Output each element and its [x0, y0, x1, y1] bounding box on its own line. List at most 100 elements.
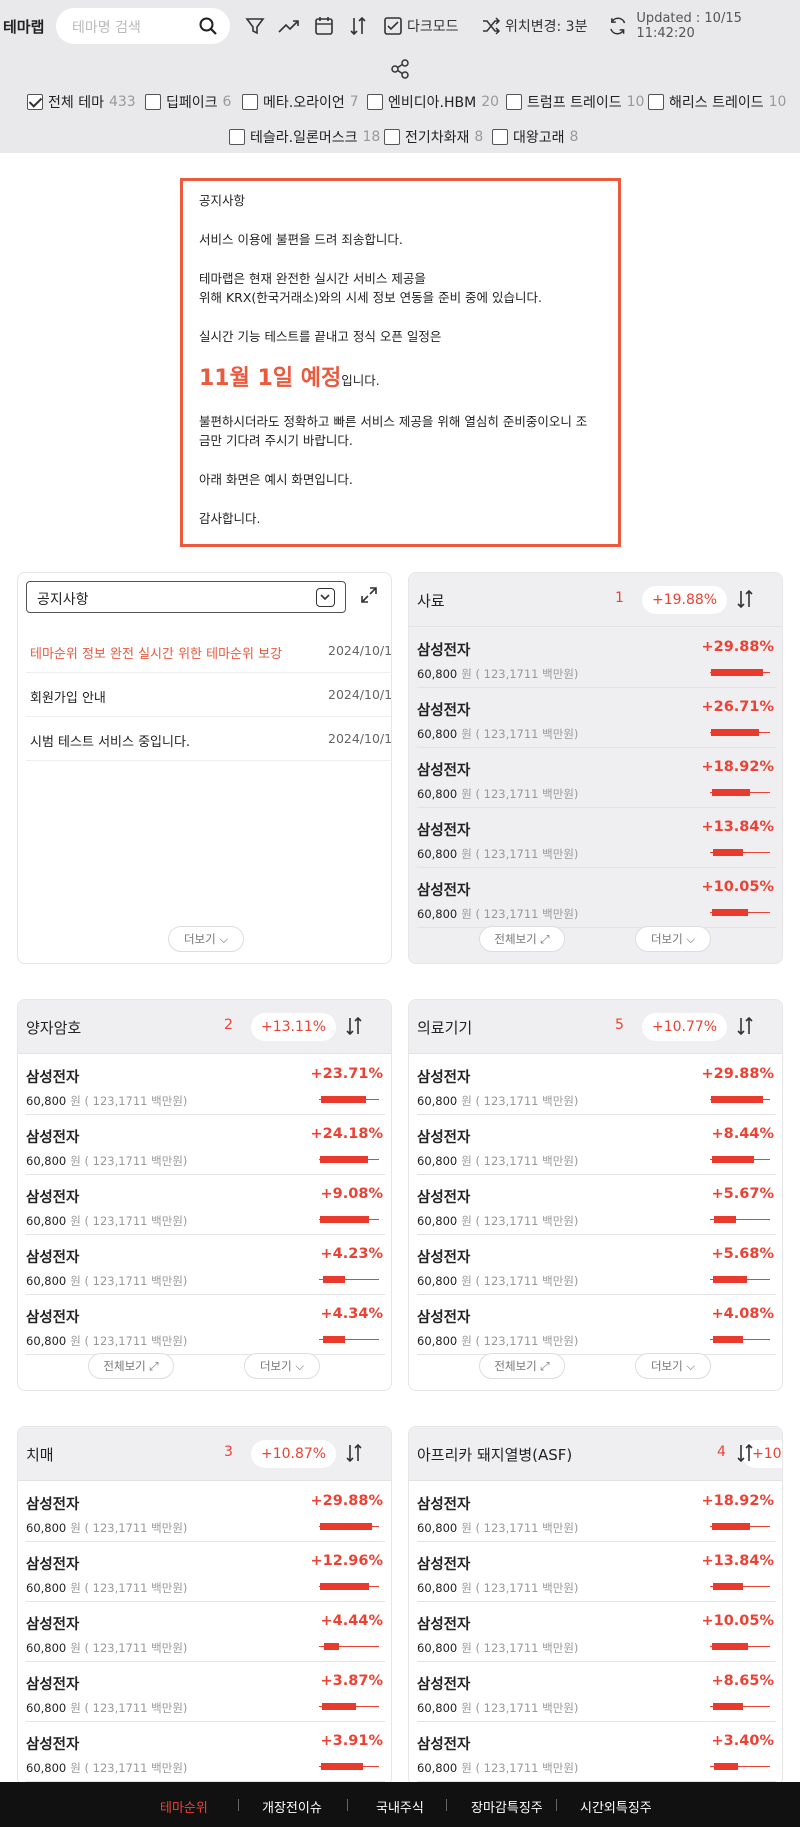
theme-panel-header[interactable]: 아프리카 돼지열병(ASF)4+10.84% [409, 1427, 782, 1481]
stock-name[interactable]: 삼성전자 [417, 1493, 470, 1514]
stock-row[interactable]: 삼성전자 60,800 원 ( 123,1711 백만원) +8.44% [417, 1115, 776, 1175]
chip-ev-fire[interactable]: 전기차화재 8 [384, 127, 483, 147]
more-button[interactable]: 더보기 ⌵ [635, 1353, 711, 1379]
notice-list-item[interactable]: 회원가입 안내 2024/10/11 [26, 673, 391, 717]
notice-list-item[interactable]: 시범 테스트 서비스 중입니다. 2024/10/11 [26, 717, 391, 761]
theme-panel-header[interactable]: 치매 3 +10.87% [18, 1427, 391, 1481]
position-change-button[interactable]: 위치변경: 3분 [481, 13, 587, 39]
view-all-button[interactable]: 전체보기 ⤢ [479, 926, 565, 952]
more-button[interactable]: 더보기 ⌵ [635, 926, 711, 952]
stock-row[interactable]: 삼성전자 60,800 원 ( 123,1711 백만원) +8.65% [417, 1662, 776, 1722]
brand-logo[interactable]: 테마랩 [3, 16, 44, 37]
sort-icon[interactable] [345, 1016, 363, 1040]
stock-name[interactable]: 삼성전자 [26, 1613, 79, 1634]
stock-row[interactable]: 삼성전자 60,800 원 ( 123,1711 백만원) +18.92% [417, 1482, 776, 1542]
stock-name[interactable]: 삼성전자 [26, 1306, 79, 1327]
checkbox-icon[interactable] [242, 94, 258, 110]
stock-row[interactable]: 삼성전자 60,800 원 ( 123,1711 백만원) +26.71% [417, 688, 776, 748]
stock-name[interactable]: 삼성전자 [417, 1066, 470, 1087]
share-icon[interactable] [389, 58, 411, 84]
stock-name[interactable]: 삼성전자 [26, 1246, 79, 1267]
stock-name[interactable]: 삼성전자 [417, 1673, 470, 1694]
theme-panel-header[interactable]: 양자암호 2 +13.11% [18, 1000, 391, 1054]
stock-name[interactable]: 삼성전자 [417, 819, 470, 840]
calendar-icon[interactable] [314, 13, 334, 39]
stock-name[interactable]: 삼성전자 [26, 1066, 79, 1087]
stock-name[interactable]: 삼성전자 [26, 1126, 79, 1147]
sort-icon[interactable] [736, 1016, 754, 1040]
stock-row[interactable]: 삼성전자 60,800 원 ( 123,1711 백만원) +10.05% [417, 1602, 776, 1662]
stock-row[interactable]: 삼성전자 60,800 원 ( 123,1711 백만원) +4.23% [26, 1235, 385, 1295]
expand-icon[interactable] [360, 586, 378, 608]
theme-name[interactable]: 치매 [26, 1444, 54, 1465]
theme-name[interactable]: 양자암호 [26, 1017, 81, 1038]
stock-row[interactable]: 삼성전자 60,800 원 ( 123,1711 백만원) +3.40% [417, 1722, 776, 1782]
search-box[interactable]: 테마명 검색 [56, 8, 230, 44]
nav-after-hours-features[interactable]: 시간외특징주 [580, 1797, 652, 1816]
checkbox-icon[interactable] [367, 94, 383, 110]
theme-panel-header[interactable]: 사료 1 +19.88% [409, 573, 782, 627]
search-icon[interactable] [198, 16, 218, 40]
checkbox-icon[interactable] [648, 94, 664, 110]
sort-icon[interactable] [736, 1443, 754, 1467]
notice-category-select[interactable]: 공지사항 [26, 581, 346, 613]
stock-row[interactable]: 삼성전자 60,800 원 ( 123,1711 백만원) +4.08% [417, 1295, 776, 1355]
stock-row[interactable]: 삼성전자 60,800 원 ( 123,1711 백만원) +29.88% [417, 628, 776, 688]
stock-row[interactable]: 삼성전자 60,800 원 ( 123,1711 백만원) +29.88% [26, 1482, 385, 1542]
stock-name[interactable]: 삼성전자 [417, 1126, 470, 1147]
stock-name[interactable]: 삼성전자 [26, 1493, 79, 1514]
stock-row[interactable]: 삼성전자 60,800 원 ( 123,1711 백만원) +5.67% [417, 1175, 776, 1235]
stock-name[interactable]: 삼성전자 [417, 1613, 470, 1634]
checkbox-checked-icon[interactable] [27, 94, 43, 110]
stock-row[interactable]: 삼성전자 60,800 원 ( 123,1711 백만원) +5.68% [417, 1235, 776, 1295]
chip-tesla-elon[interactable]: 테슬라.일론머스크 18 [229, 127, 380, 147]
chip-harris-trade[interactable]: 해리스 트레이드 10 [648, 92, 786, 112]
dark-mode-toggle[interactable]: 다크모드 [383, 13, 459, 39]
checkbox-icon[interactable] [229, 129, 245, 145]
stock-row[interactable]: 삼성전자 60,800 원 ( 123,1711 백만원) +18.92% [417, 748, 776, 808]
stock-name[interactable]: 삼성전자 [417, 759, 470, 780]
view-all-button[interactable]: 전체보기 ⤢ [479, 1353, 565, 1379]
stock-name[interactable]: 삼성전자 [417, 1246, 470, 1267]
stock-name[interactable]: 삼성전자 [26, 1186, 79, 1207]
nav-closing-features[interactable]: 장마감특징주 [471, 1797, 543, 1816]
checkbox-icon[interactable] [506, 94, 522, 110]
nav-pre-market-issues[interactable]: 개장전이슈 [262, 1797, 322, 1816]
chip-deepfake[interactable]: 딥페이크 6 [145, 92, 231, 112]
chip-nvidia-hbm[interactable]: 엔비디아.HBM 20 [367, 92, 499, 112]
stock-name[interactable]: 삼성전자 [417, 1733, 470, 1754]
checkbox-icon[interactable] [384, 129, 400, 145]
stock-row[interactable]: 삼성전자 60,800 원 ( 123,1711 백만원) +3.91% [26, 1722, 385, 1782]
filter-icon[interactable] [244, 13, 266, 39]
refresh-button[interactable]: Updated : 10/15 11:42:20 [607, 11, 800, 41]
view-all-button[interactable]: 전체보기 ⤢ [88, 1353, 174, 1379]
notice-more-button[interactable]: 더보기 ⌵ [168, 926, 244, 952]
stock-row[interactable]: 삼성전자 60,800 원 ( 123,1711 백만원) +3.87% [26, 1662, 385, 1722]
sort-icon[interactable] [345, 1443, 363, 1467]
stock-name[interactable]: 삼성전자 [26, 1673, 79, 1694]
search-input[interactable]: 테마명 검색 [72, 17, 141, 37]
stock-row[interactable]: 삼성전자 60,800 원 ( 123,1711 백만원) +10.05% [417, 868, 776, 928]
theme-name[interactable]: 사료 [417, 590, 445, 611]
chip-king-whale[interactable]: 대왕고래 8 [492, 127, 578, 147]
nav-domestic-stocks[interactable]: 국내주식 [376, 1797, 424, 1816]
stock-row[interactable]: 삼성전자 60,800 원 ( 123,1711 백만원) +24.18% [26, 1115, 385, 1175]
theme-panel-header[interactable]: 의료기기 5 +10.77% [409, 1000, 782, 1054]
more-button[interactable]: 더보기 ⌵ [244, 1353, 320, 1379]
checkbox-icon[interactable] [492, 129, 508, 145]
nav-theme-rank[interactable]: 테마순위 [160, 1797, 208, 1816]
chevron-down-icon[interactable] [316, 588, 335, 607]
stock-name[interactable]: 삼성전자 [417, 639, 470, 660]
stock-name[interactable]: 삼성전자 [417, 879, 470, 900]
stock-row[interactable]: 삼성전자 60,800 원 ( 123,1711 백만원) +29.88% [417, 1055, 776, 1115]
stock-row[interactable]: 삼성전자 60,800 원 ( 123,1711 백만원) +13.84% [417, 1542, 776, 1602]
stock-row[interactable]: 삼성전자 60,800 원 ( 123,1711 백만원) +4.34% [26, 1295, 385, 1355]
stock-name[interactable]: 삼성전자 [417, 1186, 470, 1207]
theme-name[interactable]: 의료기기 [417, 1017, 472, 1038]
stock-row[interactable]: 삼성전자 60,800 원 ( 123,1711 백만원) +9.08% [26, 1175, 385, 1235]
sort-icon[interactable] [348, 13, 368, 39]
notice-list-item[interactable]: 테마순위 정보 완전 실시간 위한 테마순위 보강 2024/10/15 [26, 629, 391, 673]
stock-row[interactable]: 삼성전자 60,800 원 ( 123,1711 백만원) +13.84% [417, 808, 776, 868]
stock-name[interactable]: 삼성전자 [26, 1553, 79, 1574]
chip-trump-trade[interactable]: 트럼프 트레이드 10 [506, 92, 644, 112]
